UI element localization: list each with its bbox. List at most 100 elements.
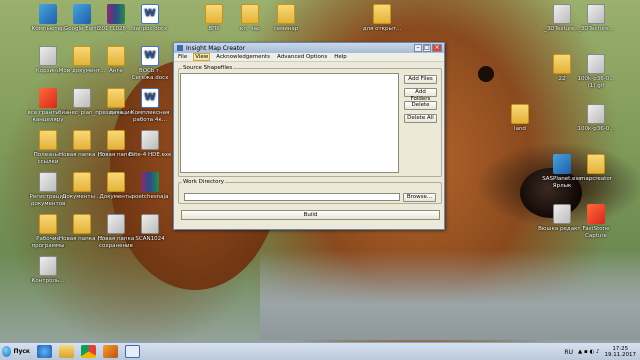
- ie-icon[interactable]: [37, 345, 52, 358]
- minimize-button[interactable]: –: [414, 44, 422, 52]
- misc-icon: [587, 4, 605, 24]
- desktop-icon[interactable]: Elite-4 HDE.exe: [126, 130, 174, 159]
- misc-icon: [39, 46, 57, 66]
- delete-all-button[interactable]: Delete All: [404, 114, 437, 123]
- desktop-icon-label: land: [514, 126, 526, 132]
- desktop-icon[interactable]: семинар: [262, 4, 310, 33]
- source-shapefiles-label: Source Shapefiles: [183, 65, 233, 71]
- desktop-icon[interactable]: ВОСЬ г. Сегежа.docx: [126, 46, 174, 81]
- browse-button[interactable]: Browse...: [403, 193, 436, 202]
- desktop-icon[interactable]: mapcreator: [572, 154, 620, 183]
- language-indicator[interactable]: RU: [564, 349, 573, 356]
- desktop-icon[interactable]: poetchesnaja: [126, 172, 174, 201]
- map-creator-icon[interactable]: [125, 345, 140, 358]
- misc-icon: [553, 4, 571, 24]
- desktop-icon[interactable]: для открыт...: [358, 4, 406, 33]
- folder-icon: [73, 172, 91, 192]
- word-icon: [141, 46, 159, 66]
- folder-icon: [587, 154, 605, 174]
- folder-icon: [107, 88, 125, 108]
- explorer-icon[interactable]: [59, 345, 74, 358]
- misc-icon: [39, 256, 57, 276]
- desktop-icon[interactable]: 100k-p36-0...: [572, 104, 620, 133]
- window-title: Insight Map Creator: [186, 44, 246, 52]
- menu-advanced-options[interactable]: Advanced Options: [276, 54, 328, 60]
- delete-button[interactable]: Delete: [404, 101, 437, 110]
- desktop-icon[interactable]: Контроль...: [24, 256, 72, 285]
- build-button[interactable]: Build: [181, 210, 440, 220]
- app-icon: [177, 45, 183, 51]
- dog-eye: [478, 66, 494, 82]
- word-icon: [141, 4, 159, 24]
- chrome-icon[interactable]: [81, 345, 96, 358]
- tray-icons[interactable]: ▲ ▪ ◐ ♪: [578, 349, 600, 355]
- start-button[interactable]: Пуск: [2, 345, 30, 359]
- clock[interactable]: 17:25 19.11.2017: [605, 346, 637, 358]
- taskbar: Пуск RU ▲ ▪ ◐ ♪ 17:25 19.11.2017: [0, 342, 640, 360]
- word-icon: [141, 88, 159, 108]
- desktop-background: КомпьютерGoogle Earth20171028_...запрос.…: [0, 0, 640, 360]
- system-tray: RU ▲ ▪ ◐ ♪ 17:25 19.11.2017: [564, 343, 636, 360]
- desktop-icon[interactable]: 100k-p36-0... (1).gif: [572, 54, 620, 89]
- clock-date: 19.11.2017: [604, 352, 637, 358]
- menu-acknowledgements[interactable]: Acknowledgements: [215, 54, 271, 60]
- desktop-icon-label: Комплексная работа 4к...: [130, 110, 170, 123]
- close-button[interactable]: ×: [432, 44, 442, 52]
- window-titlebar[interactable]: Insight Map Creator – □ ×: [174, 43, 444, 53]
- desktop-icon[interactable]: land: [496, 104, 544, 133]
- pavement-area: [260, 250, 640, 340]
- start-label: Пуск: [13, 348, 30, 355]
- desktop-icon-label: poetchesnaja: [131, 194, 169, 200]
- folder-icon: [73, 130, 91, 150]
- folder-icon: [107, 130, 125, 150]
- app-window[interactable]: Insight Map Creator – □ × File View Ackn…: [173, 42, 445, 230]
- red-icon: [39, 88, 57, 108]
- desktop-icon-label: _3DTexture...: [578, 26, 614, 32]
- app-icon: [39, 4, 57, 24]
- misc-icon: [39, 172, 57, 192]
- folder-icon: [511, 104, 529, 124]
- source-shapefiles-list[interactable]: [180, 73, 399, 173]
- misc-icon: [553, 204, 571, 224]
- menu-file[interactable]: File: [177, 54, 188, 60]
- media-icon[interactable]: [103, 345, 118, 358]
- folder-icon: [39, 214, 57, 234]
- add-files-button[interactable]: Add Files: [404, 75, 437, 84]
- desktop-icon[interactable]: SCAN1024: [126, 214, 174, 243]
- desktop-icon-label: Elite-4 HDE.exe: [128, 152, 172, 158]
- folder-icon: [107, 46, 125, 66]
- app-icon: [553, 154, 571, 174]
- misc-icon: [141, 214, 159, 234]
- desktop-icon[interactable]: _3DTexture...: [572, 4, 620, 33]
- menu-view[interactable]: View: [193, 53, 211, 61]
- misc-icon: [107, 214, 125, 234]
- desktop-icon-label: семинар: [273, 26, 299, 32]
- work-directory-input[interactable]: [184, 193, 400, 201]
- rar-icon: [141, 172, 159, 192]
- desktop-icon-label: mapcreator: [580, 176, 612, 182]
- desktop-icon-label: ВОСЬ г. Сегежа.docx: [131, 68, 169, 81]
- misc-icon: [73, 88, 91, 108]
- desktop-icon[interactable]: FastStone Capture: [572, 204, 620, 239]
- folder-icon: [553, 54, 571, 74]
- add-folders-button[interactable]: Add Folders: [404, 88, 437, 102]
- app-icon: [73, 4, 91, 24]
- folder-icon: [73, 46, 91, 66]
- misc-icon: [587, 104, 605, 124]
- maximize-button[interactable]: □: [423, 44, 431, 52]
- folder-icon: [277, 4, 295, 24]
- rar-icon: [107, 4, 125, 24]
- misc-icon: [141, 130, 159, 150]
- desktop-icon[interactable]: запрос.docx: [126, 4, 174, 33]
- work-directory-label: Work Directory: [183, 179, 225, 185]
- menu-help[interactable]: Help: [333, 54, 348, 60]
- folder-icon: [107, 172, 125, 192]
- folder-icon: [205, 4, 223, 24]
- desktop-icon-label: запрос.docx: [132, 26, 168, 32]
- folder-icon: [241, 4, 259, 24]
- desktop-icon-label: Контроль...: [31, 278, 65, 284]
- menu-bar: File View Acknowledgements Advanced Opti…: [174, 53, 444, 62]
- red-icon: [587, 204, 605, 224]
- folder-icon: [73, 214, 91, 234]
- desktop-icon[interactable]: Комплексная работа 4к...: [126, 88, 174, 123]
